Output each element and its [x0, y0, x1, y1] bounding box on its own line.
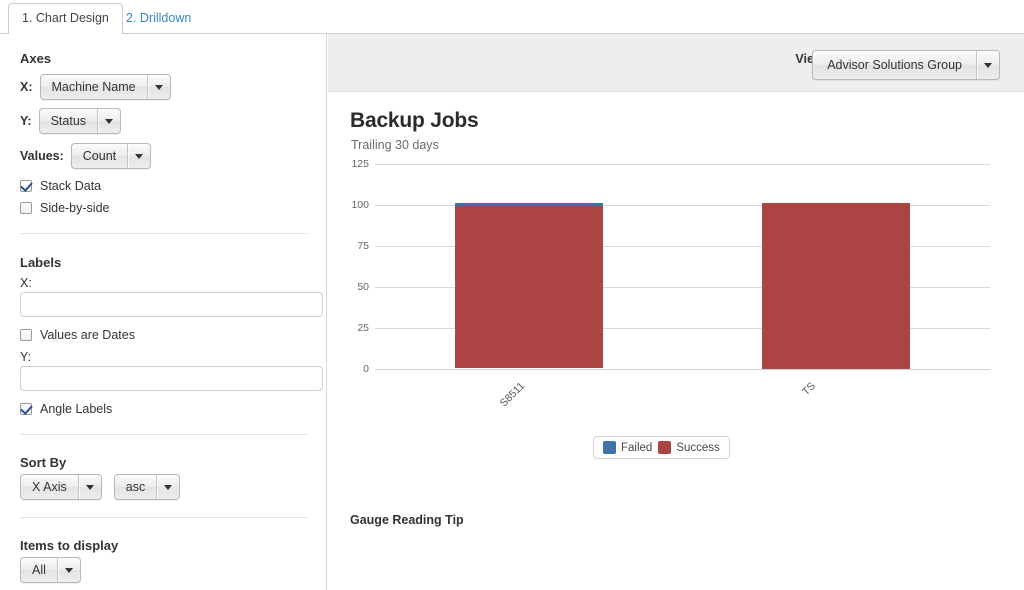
bar-segment-failed[interactable]: [455, 203, 603, 206]
angle-labels-label: Angle Labels: [40, 402, 113, 416]
chevron-down-icon[interactable]: [976, 51, 999, 79]
side-by-side-checkbox[interactable]: Side-by-side: [20, 201, 109, 215]
legend-item[interactable]: Success: [658, 441, 720, 454]
app-root: 1. Chart Design 2. Drilldown Axes X: Mac…: [0, 0, 1024, 590]
checkbox-icon[interactable]: [20, 202, 32, 214]
stack-data-label: Stack Data: [40, 179, 102, 193]
y-axis-tick-label: 50: [357, 281, 369, 293]
label-x-input[interactable]: [20, 292, 323, 317]
sort-direction-select[interactable]: asc: [113, 474, 181, 500]
checkbox-icon[interactable]: [20, 180, 32, 192]
sort-by-field-value: X Axis: [32, 480, 67, 494]
sidebar: Axes X: Machine Name Y: Status Values: C…: [0, 34, 327, 590]
divider: [20, 517, 307, 518]
tab-drilldown-label: 2. Drilldown: [126, 11, 192, 25]
main-panel: View as Advisor Solutions Group Backup J…: [328, 34, 1024, 590]
sort-direction-value: asc: [125, 480, 146, 494]
tab-bar: 1. Chart Design 2. Drilldown: [0, 0, 1024, 35]
labels-section-title: Labels: [20, 255, 62, 270]
items-to-display-value: All: [32, 563, 46, 577]
y-axis-tick-label: 100: [351, 199, 369, 211]
x-axis-label: X:: [20, 80, 33, 94]
bar[interactable]: [762, 203, 910, 369]
legend-swatch: [658, 441, 672, 454]
checkbox-icon[interactable]: [20, 329, 32, 341]
values-are-dates-label: Values are Dates: [40, 328, 135, 342]
y-axis-label: Y:: [20, 114, 32, 128]
items-to-display-section-title: Items to display: [20, 538, 119, 553]
gauge-reading-tip: Gauge Reading Tip: [350, 513, 464, 527]
y-axis-tick-label: 125: [351, 158, 369, 170]
sort-by-field-select[interactable]: X Axis: [20, 474, 102, 500]
chevron-down-icon[interactable]: [56, 558, 80, 582]
chevron-down-icon[interactable]: [146, 75, 170, 99]
angle-labels-checkbox[interactable]: Angle Labels: [20, 402, 112, 416]
values-select-value: Count: [82, 149, 117, 163]
items-to-display-select[interactable]: All: [20, 557, 81, 583]
tab-chart-design-label: 1. Chart Design: [22, 11, 109, 25]
label-y-caption: Y:: [20, 350, 32, 364]
values-select[interactable]: Count: [70, 143, 152, 169]
tab-chart-design[interactable]: 1. Chart Design: [8, 3, 123, 35]
legend-swatch: [603, 441, 616, 454]
axis-baseline: [375, 369, 990, 370]
values-are-dates-checkbox[interactable]: Values are Dates: [20, 328, 135, 342]
bar-chart-plot: 0 25 50 75 100 125 S8511 TS: [328, 93, 1024, 453]
view-as-value: Advisor Solutions Group: [827, 58, 962, 72]
checkbox-icon[interactable]: [20, 403, 32, 415]
values-label: Values:: [20, 149, 64, 163]
y-axis-tick-label: 25: [357, 322, 369, 334]
x-axis-tick-label: TS: [800, 380, 819, 398]
legend-label: Failed: [621, 441, 653, 454]
y-axis-tick-label: 0: [363, 363, 369, 375]
label-y-input[interactable]: [20, 366, 323, 391]
stack-data-checkbox[interactable]: Stack Data: [20, 179, 101, 193]
sort-by-row: X Axis asc: [20, 474, 181, 500]
gridline: [375, 164, 990, 165]
sort-by-section-title: Sort By: [20, 455, 67, 470]
legend-item[interactable]: Failed: [603, 441, 652, 454]
chevron-down-icon[interactable]: [77, 475, 101, 499]
chart-card: Backup Jobs Trailing 30 days 0 25 50 75 100 1…: [328, 93, 1024, 590]
label-x-caption: X:: [20, 276, 32, 290]
x-axis-tick-label: S8511: [497, 380, 527, 410]
divider: [20, 233, 307, 234]
divider: [20, 434, 307, 435]
values-row: Values: Count: [20, 143, 152, 169]
bar-segment-success[interactable]: [455, 206, 603, 368]
tab-drilldown[interactable]: 2. Drilldown: [112, 3, 205, 34]
main-toolbar: View as Advisor Solutions Group: [328, 34, 1024, 92]
items-to-display-row: All: [20, 557, 81, 583]
chevron-down-icon[interactable]: [156, 475, 179, 499]
y-axis-row: Y: Status: [20, 108, 122, 134]
chevron-down-icon[interactable]: [127, 144, 150, 168]
bar[interactable]: [455, 203, 603, 369]
legend-label: Success: [676, 441, 720, 454]
x-axis-select-value: Machine Name: [51, 80, 136, 94]
y-axis-tick-label: 75: [357, 240, 369, 252]
y-axis-select[interactable]: Status: [38, 108, 122, 134]
y-axis-select-value: Status: [50, 114, 87, 128]
chart-legend: Failed Success: [593, 436, 730, 459]
x-axis-select[interactable]: Machine Name: [39, 74, 171, 100]
chevron-down-icon[interactable]: [97, 109, 120, 133]
view-as-select[interactable]: Advisor Solutions Group: [812, 50, 1000, 80]
bar-segment-success[interactable]: [762, 203, 910, 369]
axes-section-title: Axes: [20, 51, 52, 66]
x-axis-row: X: Machine Name: [20, 74, 171, 100]
side-by-side-label: Side-by-side: [40, 201, 110, 215]
